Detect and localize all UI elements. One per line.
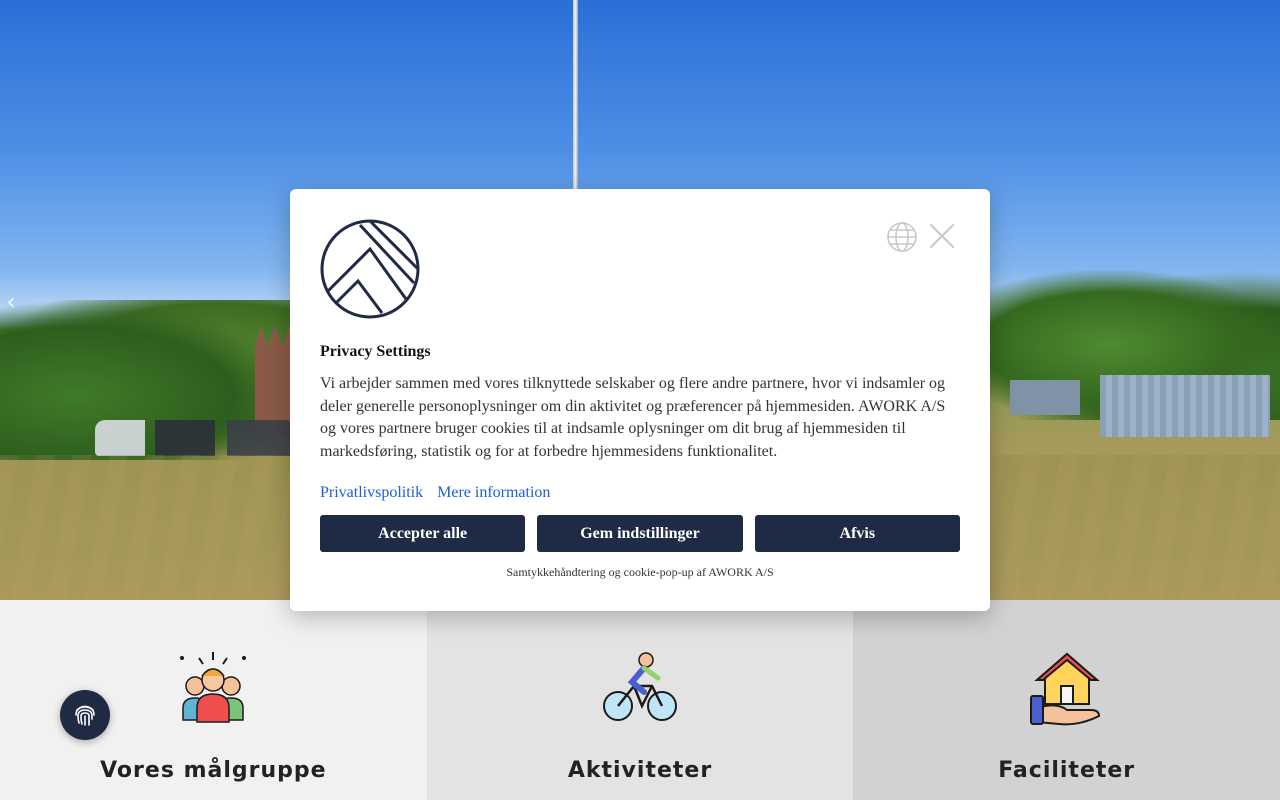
shed-small [1010, 380, 1080, 415]
dialog-body: Vi arbejder sammen med vores tilknyttede… [320, 375, 946, 460]
people-group-icon [180, 652, 247, 723]
feature-facilities[interactable]: Faciliteter [853, 600, 1280, 800]
flagpole [573, 0, 578, 190]
privacy-dialog: Privacy Settings Vi arbejder sammen med … [290, 189, 990, 611]
church-tower [255, 325, 295, 435]
fingerprint-icon [75, 705, 95, 726]
parked-cars [95, 420, 295, 456]
globe-icon[interactable] [886, 221, 918, 253]
consent-credit: Samtykkehåndtering og cookie-pop-up af A… [506, 565, 774, 579]
accept-all-button[interactable]: Accepter alle [320, 515, 526, 552]
feature-title: Aktiviteter [567, 758, 713, 783]
feature-strip: Vores målgruppe Aktiviteter Faciliteter [0, 600, 1280, 800]
privacy-policy-link[interactable]: Privatlivspolitik [320, 484, 423, 501]
reject-button[interactable]: Afvis [754, 515, 960, 552]
save-settings-button[interactable]: Gem indstillinger [537, 515, 743, 552]
dialog-links: Privatlivspolitik Mere information [320, 484, 560, 502]
privacy-settings-button[interactable] [60, 690, 110, 740]
feature-title: Faciliteter [998, 758, 1136, 783]
more-info-link[interactable]: Mere information [437, 484, 550, 501]
shed [1100, 375, 1270, 437]
carousel-prev-button[interactable]: ‹ [0, 288, 22, 316]
feature-activities[interactable]: Aktiviteter [426, 600, 854, 800]
cyclist-icon [603, 652, 677, 721]
dialog-buttons: Accepter alle Gem indstillinger Afvis [320, 515, 960, 552]
awork-logo [320, 219, 420, 319]
dialog-title: Privacy Settings [320, 343, 431, 360]
feature-title: Vores målgruppe [100, 758, 327, 783]
close-icon[interactable] [928, 222, 956, 250]
chevron-left-icon: ‹ [6, 289, 16, 315]
house-in-hand-icon [1029, 652, 1100, 726]
